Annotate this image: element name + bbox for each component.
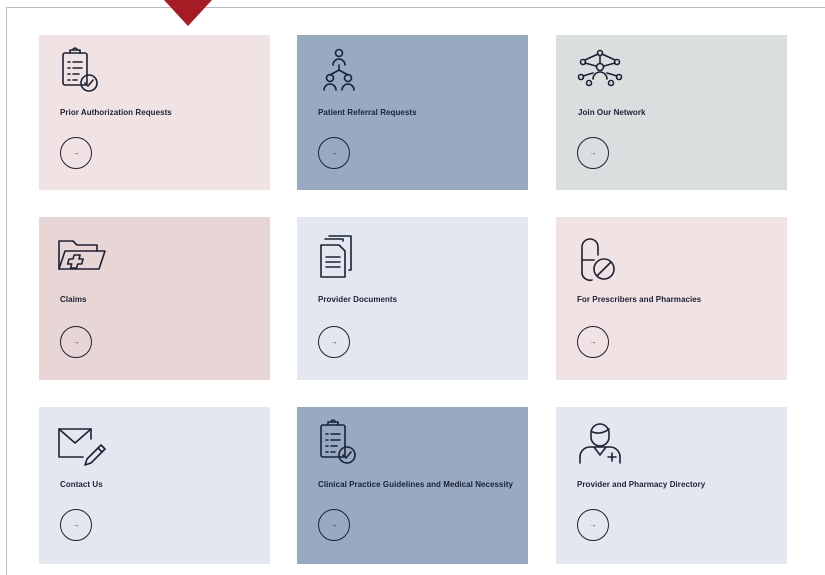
pointer-triangle-icon xyxy=(164,0,212,26)
doctor-icon xyxy=(572,415,628,471)
card-claims[interactable]: Claims → xyxy=(39,217,270,380)
card-label: Contact Us xyxy=(60,480,103,489)
card-label: For Prescribers and Pharmacies xyxy=(577,295,702,304)
card-join-our-network[interactable]: Join Our Network → xyxy=(556,35,787,190)
arrow-button[interactable]: → xyxy=(318,137,350,169)
arrow-right-icon: → xyxy=(589,338,597,346)
arrow-right-icon: → xyxy=(330,149,338,157)
arrow-button[interactable]: → xyxy=(60,137,92,169)
card-provider-and-pharmacy-directory[interactable]: Provider and Pharmacy Directory → xyxy=(556,407,787,564)
arrow-button[interactable]: → xyxy=(318,326,350,358)
arrow-button[interactable]: → xyxy=(577,326,609,358)
card-prior-authorization-requests[interactable]: Prior Authorization Requests → xyxy=(39,35,270,190)
card-label: Provider Documents xyxy=(318,295,398,304)
clipboard-check-icon xyxy=(315,417,371,473)
arrow-button[interactable]: → xyxy=(318,509,350,541)
card-label: Provider and Pharmacy Directory xyxy=(577,480,706,489)
folder-medical-icon xyxy=(53,233,109,289)
card-provider-documents[interactable]: Provider Documents → xyxy=(297,217,528,380)
card-label: Claims xyxy=(60,295,87,304)
arrow-button[interactable]: → xyxy=(60,509,92,541)
arrow-right-icon: → xyxy=(72,149,80,157)
clipboard-check-icon xyxy=(57,45,113,101)
arrow-right-icon: → xyxy=(589,149,597,157)
arrow-button[interactable]: → xyxy=(60,326,92,358)
card-patient-referral-requests[interactable]: Patient Referral Requests → xyxy=(297,35,528,190)
envelope-pencil-icon xyxy=(53,419,109,475)
card-for-prescribers-and-pharmacies[interactable]: For Prescribers and Pharmacies → xyxy=(556,217,787,380)
card-label: Join Our Network xyxy=(578,108,646,117)
arrow-right-icon: → xyxy=(589,521,597,529)
arrow-right-icon: → xyxy=(330,338,338,346)
card-clinical-practice-guidelines[interactable]: Clinical Practice Guidelines and Medical… xyxy=(297,407,528,564)
arrow-right-icon: → xyxy=(330,521,338,529)
card-label: Clinical Practice Guidelines and Medical… xyxy=(318,480,514,489)
arrow-button[interactable]: → xyxy=(577,509,609,541)
people-network-icon xyxy=(311,45,367,101)
frame-left-border xyxy=(6,7,7,575)
pill-prohibited-icon xyxy=(572,231,628,287)
card-label: Patient Referral Requests xyxy=(318,108,417,117)
card-label: Prior Authorization Requests xyxy=(60,108,172,117)
arrow-right-icon: → xyxy=(72,521,80,529)
arrow-button[interactable]: → xyxy=(577,137,609,169)
frame-top-border xyxy=(6,7,825,8)
card-contact-us[interactable]: Contact Us → xyxy=(39,407,270,564)
documents-icon xyxy=(313,231,369,287)
arrow-right-icon: → xyxy=(72,338,80,346)
network-nodes-icon xyxy=(572,45,628,101)
